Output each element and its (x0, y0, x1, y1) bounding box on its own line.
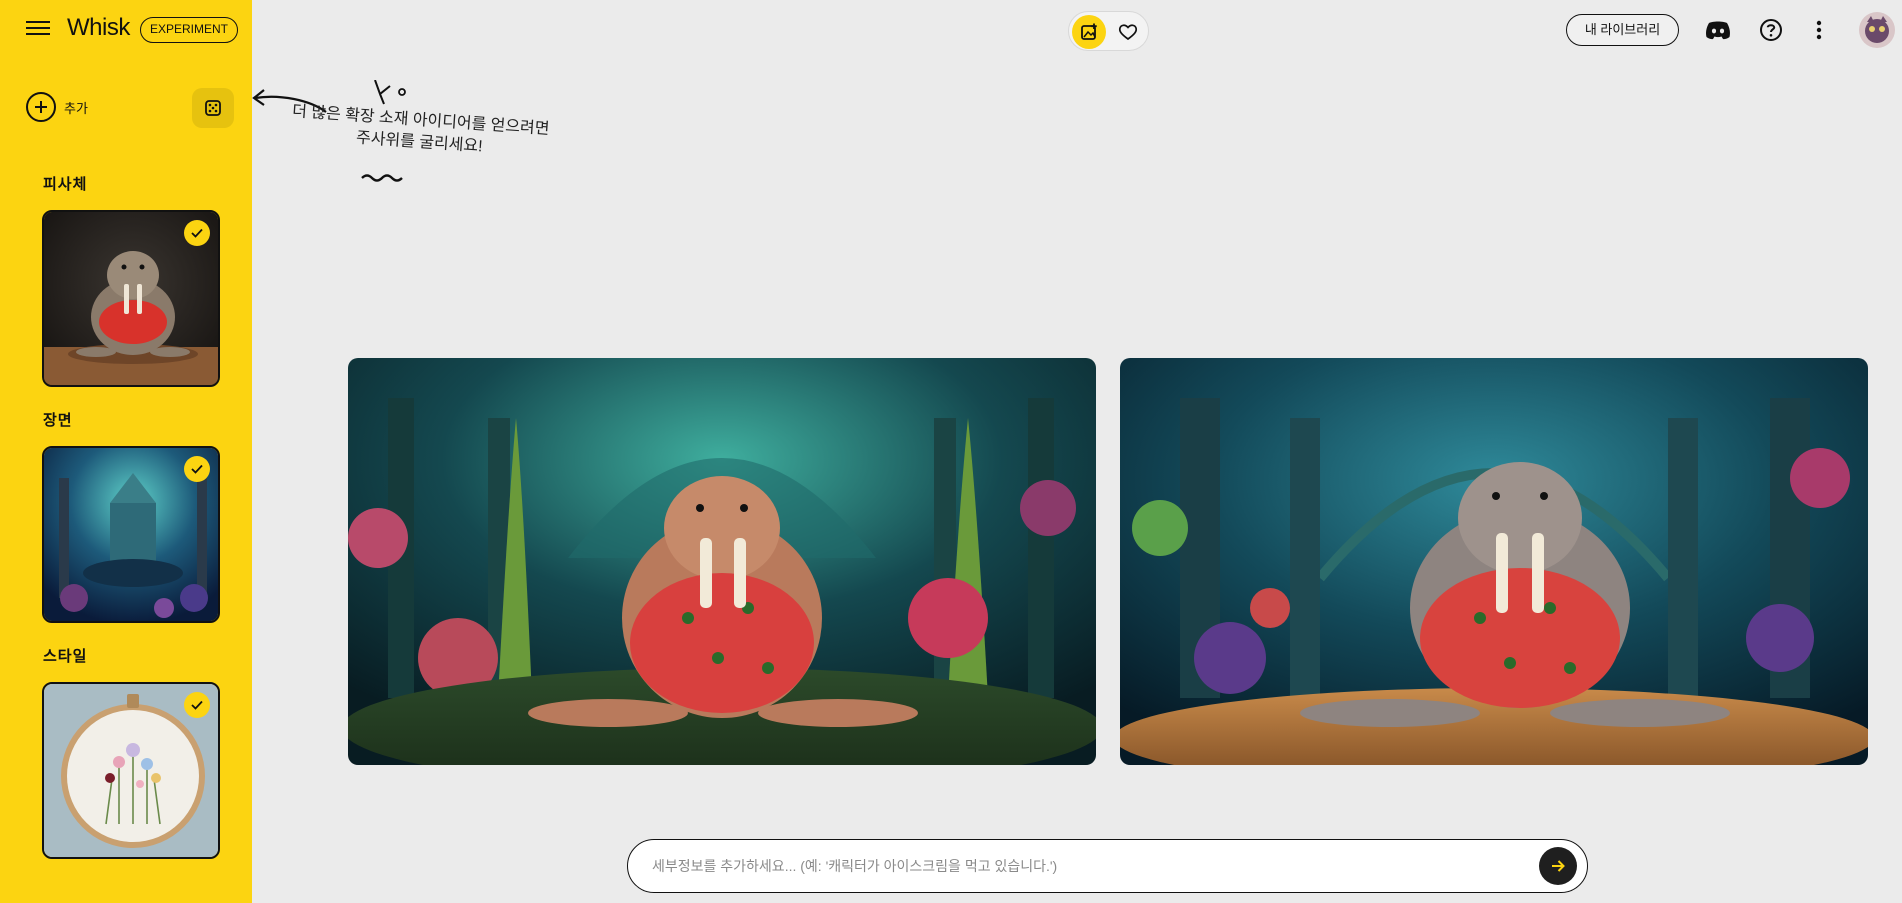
generate-view-button[interactable] (1072, 15, 1106, 49)
walrus-underwater-scene-1 (348, 358, 1096, 765)
section-label-subject: 피사체 (43, 176, 88, 193)
brand-logo: Whisk (67, 14, 130, 41)
discord-icon (1706, 21, 1730, 40)
result-image-2[interactable] (1120, 358, 1868, 765)
menu-icon[interactable] (26, 17, 50, 37)
add-button[interactable]: 추가 (26, 92, 88, 122)
help-icon (1760, 19, 1782, 41)
plus-circle-icon (26, 92, 56, 122)
prompt-input[interactable] (652, 840, 1522, 891)
add-image-icon (1081, 23, 1097, 40)
section-label-style: 스타일 (43, 648, 88, 665)
discord-button[interactable] (1702, 14, 1734, 46)
more-vert-icon (1816, 20, 1822, 40)
experiment-badge: EXPERIMENT (140, 17, 239, 43)
submit-button[interactable] (1539, 847, 1577, 885)
style-thumbnail[interactable] (42, 682, 220, 859)
avatar[interactable] (1859, 12, 1895, 48)
check-icon (184, 456, 210, 482)
subject-thumbnail[interactable] (42, 210, 220, 387)
more-options-button[interactable] (1803, 14, 1835, 46)
help-button[interactable] (1755, 14, 1787, 46)
dice-icon (205, 100, 221, 116)
prompt-bar (627, 839, 1588, 893)
view-toggle (1068, 11, 1149, 51)
my-library-button[interactable]: 내 라이브러리 (1566, 14, 1679, 46)
walrus-underwater-scene-2 (1120, 358, 1868, 765)
heart-icon (1118, 24, 1138, 41)
scene-thumbnail[interactable] (42, 446, 220, 623)
favorites-button[interactable] (1111, 15, 1145, 49)
arrow-right-icon (1552, 860, 1565, 872)
section-label-scene: 장면 (43, 412, 73, 429)
avatar-image (1859, 12, 1895, 48)
result-image-1[interactable] (348, 358, 1096, 765)
sidebar: Whisk EXPERIMENT 추가 피사체 장면 스타일 (0, 0, 252, 903)
add-label: 추가 (64, 100, 88, 116)
check-icon (184, 692, 210, 718)
check-icon (184, 220, 210, 246)
dice-button[interactable] (192, 88, 234, 128)
dice-hint-annotation: 더 많은 확장 소재 아이디어를 얻으려면 주사위를 굴리세요! (252, 80, 570, 198)
